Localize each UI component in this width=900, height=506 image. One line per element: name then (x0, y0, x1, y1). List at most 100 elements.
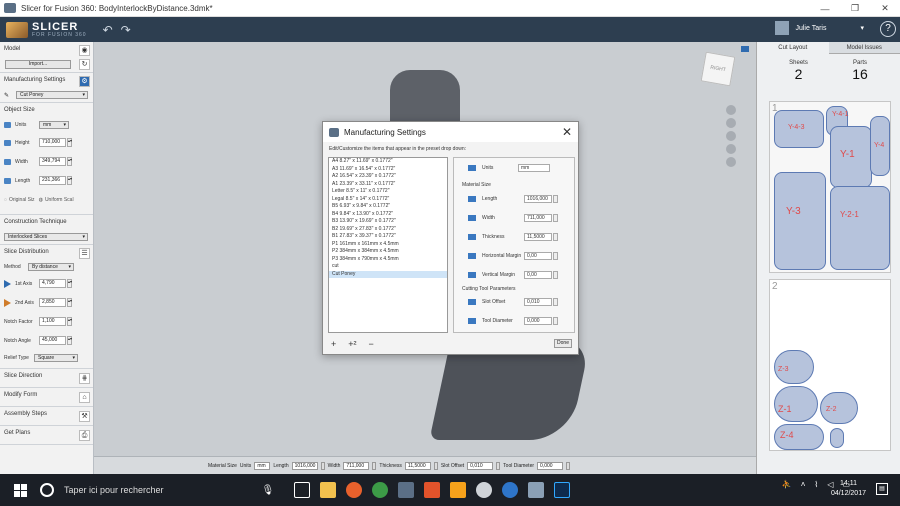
modify-form-icon[interactable]: ⌂ (79, 392, 90, 403)
start-button[interactable] (0, 474, 40, 506)
preset-list-item[interactable]: B3 13.90" x 19.69" x 0.1772" (329, 218, 447, 226)
orbit-icon[interactable] (726, 105, 736, 115)
notification-icon[interactable]: ▤ (876, 483, 888, 495)
dlg-thickness-stepper[interactable] (553, 233, 558, 241)
user-menu[interactable]: Julie Taris ▾ (775, 21, 864, 35)
preset-list-item[interactable]: Letter 8.5" x 11" x 0.1772" (329, 188, 447, 196)
width-stepper[interactable]: ▴▾ (67, 157, 72, 166)
notch-angle-input[interactable]: 45,000 (39, 336, 66, 345)
dlg-length-input[interactable]: 1016,000 (524, 195, 552, 203)
width-input[interactable]: 349,794 (39, 157, 66, 166)
original-size-icon[interactable]: ◌ (4, 197, 7, 203)
bb-slot-offset-input[interactable]: 0,010 (467, 461, 494, 470)
preset-list-item[interactable]: A4 8.27" x 11.69" x 0.1772" (329, 158, 447, 166)
app-icon-3[interactable] (502, 482, 518, 498)
app-icon-f[interactable] (424, 482, 440, 498)
get-plans-section[interactable]: Get Plans ⎙ (0, 426, 93, 445)
dlg-slot-offset-input[interactable]: 0,010 (524, 298, 552, 306)
part-piece[interactable] (774, 172, 826, 270)
chevron-up-icon[interactable]: ˄ (801, 480, 806, 489)
bb-thickness-input[interactable]: 11,5000 (404, 461, 431, 470)
preset-list-item[interactable]: B1 27.83" x 39.37" x 0.1772" (329, 233, 447, 241)
bb-width-input[interactable]: 711,000 (343, 461, 370, 470)
axis2-input[interactable]: 2,850 (39, 298, 66, 307)
distribution-icon[interactable]: ☰ (79, 248, 90, 259)
modify-form-section[interactable]: Modify Form ⌂ (0, 388, 93, 407)
slice-direction-section[interactable]: Slice Direction ⋕ (0, 369, 93, 388)
dlg-h-margin-stepper[interactable] (553, 252, 558, 260)
part-piece[interactable] (830, 186, 890, 270)
axis1-stepper[interactable]: ▴▾ (67, 279, 72, 288)
preset-list-item[interactable]: A2 16.54" x 23.39" x 0.1772" (329, 173, 447, 181)
notch-factor-stepper[interactable]: ▴▾ (67, 317, 72, 326)
dlg-v-margin-stepper[interactable] (553, 271, 558, 279)
dlg-width-input[interactable]: 711,000 (524, 214, 552, 222)
dlg-slot-offset-stepper[interactable] (553, 298, 558, 306)
duplicate-preset-button[interactable]: +² (348, 339, 356, 349)
dialog-close-button[interactable]: ✕ (562, 125, 572, 139)
slice-direction-icon[interactable]: ⋕ (79, 373, 90, 384)
preset-list-item[interactable]: B4 9.84" x 13.90" x 0.1772" (329, 211, 447, 219)
firefox-icon[interactable] (346, 482, 362, 498)
clock[interactable]: 14:11 04/12/2017 (831, 479, 866, 499)
dlg-tool-diameter-stepper[interactable] (553, 317, 558, 325)
dlg-length-stepper[interactable] (553, 195, 558, 203)
dlg-h-margin-input[interactable]: 0,00 (524, 252, 552, 260)
uniform-scale-label[interactable]: Uniform Scal (45, 197, 74, 203)
assembly-steps-section[interactable]: Assembly Steps ⚒ (0, 407, 93, 426)
add-preset-button[interactable]: + (331, 339, 336, 349)
bb-thickness-stepper[interactable] (433, 461, 438, 470)
preset-list-item[interactable]: A3 11.69" x 16.54" x 0.1772" (329, 166, 447, 174)
pencil-icon[interactable]: ✎ (4, 92, 9, 99)
refresh-icon[interactable]: ↻ (79, 59, 90, 70)
network-icon[interactable]: ⌇ (814, 480, 818, 489)
assembly-steps-icon[interactable]: ⚒ (79, 411, 90, 422)
axis1-input[interactable]: 4,790 (39, 279, 66, 288)
help-button[interactable]: ? (880, 21, 896, 37)
redo-icon[interactable]: ↷ (121, 23, 131, 37)
microphone-icon[interactable]: 🎙 (262, 485, 275, 496)
part-piece[interactable] (830, 428, 844, 448)
look-at-icon[interactable] (726, 157, 736, 167)
minimize-button[interactable]: — (810, 0, 840, 17)
dlg-units-select[interactable]: mm (518, 164, 550, 172)
dlg-tool-diameter-input[interactable]: 0,000 (524, 317, 552, 325)
import-button[interactable]: Import... (5, 60, 71, 69)
bb-slot-offset-stepper[interactable] (496, 461, 501, 470)
preset-list-item[interactable]: P2 384mm x 384mm x 4.5mm (329, 248, 447, 256)
preset-list-item[interactable]: A1 23.39" x 33.11" x 0.1772" (329, 181, 447, 189)
dlg-width-stepper[interactable] (553, 214, 558, 222)
relief-type-select[interactable]: Square (34, 354, 78, 362)
app-icon-n[interactable] (450, 482, 466, 498)
bb-units-select[interactable]: mm (254, 461, 271, 470)
tab-model-issues[interactable]: Model Issues (828, 42, 900, 54)
pan-icon[interactable] (726, 118, 736, 128)
maximize-button[interactable]: ❐ (840, 0, 870, 17)
bb-tool-diameter-input[interactable]: 0,000 (537, 461, 564, 470)
app-icon-2[interactable] (476, 482, 492, 498)
done-button[interactable]: Done (554, 339, 572, 348)
length-input[interactable]: 231,366 (39, 176, 66, 185)
tab-cut-layout[interactable]: Cut Layout (757, 42, 829, 54)
photoshop-icon[interactable] (554, 482, 570, 498)
chrome-icon[interactable] (372, 482, 388, 498)
taskbar-search[interactable]: Taper ici pour rechercher 🎙 (40, 474, 280, 506)
uniform-scale-icon[interactable]: ◍ (39, 197, 43, 203)
notch-angle-stepper[interactable]: ▴▾ (67, 336, 72, 345)
viewport-minimize-icon[interactable] (741, 46, 749, 52)
preset-list[interactable]: A4 8.27" x 11.69" x 0.1772" A3 11.69" x 1… (328, 157, 448, 333)
preset-list-item[interactable]: P1 161mm x 161mm x 4.5mm (329, 241, 447, 249)
zoom-icon[interactable] (726, 131, 736, 141)
get-plans-icon[interactable]: ⎙ (79, 430, 90, 441)
eye-icon[interactable]: ◉ (79, 45, 90, 56)
sheet-2[interactable]: 2 Z-3 Z-1 Z-2 Z-4 (769, 279, 891, 451)
dlg-v-margin-input[interactable]: 0,00 (524, 271, 552, 279)
preset-list-item[interactable]: Legal 8.5" x 14" x 0.1772" (329, 196, 447, 204)
file-explorer-icon[interactable] (320, 482, 336, 498)
axis2-stepper[interactable]: ▴▾ (67, 298, 72, 307)
construction-select[interactable]: Interlocked Slices (4, 233, 88, 241)
task-view-icon[interactable] (294, 482, 310, 498)
bb-length-stepper[interactable] (320, 461, 325, 470)
method-select[interactable]: By distance (28, 262, 74, 271)
bb-width-stepper[interactable] (372, 461, 377, 470)
